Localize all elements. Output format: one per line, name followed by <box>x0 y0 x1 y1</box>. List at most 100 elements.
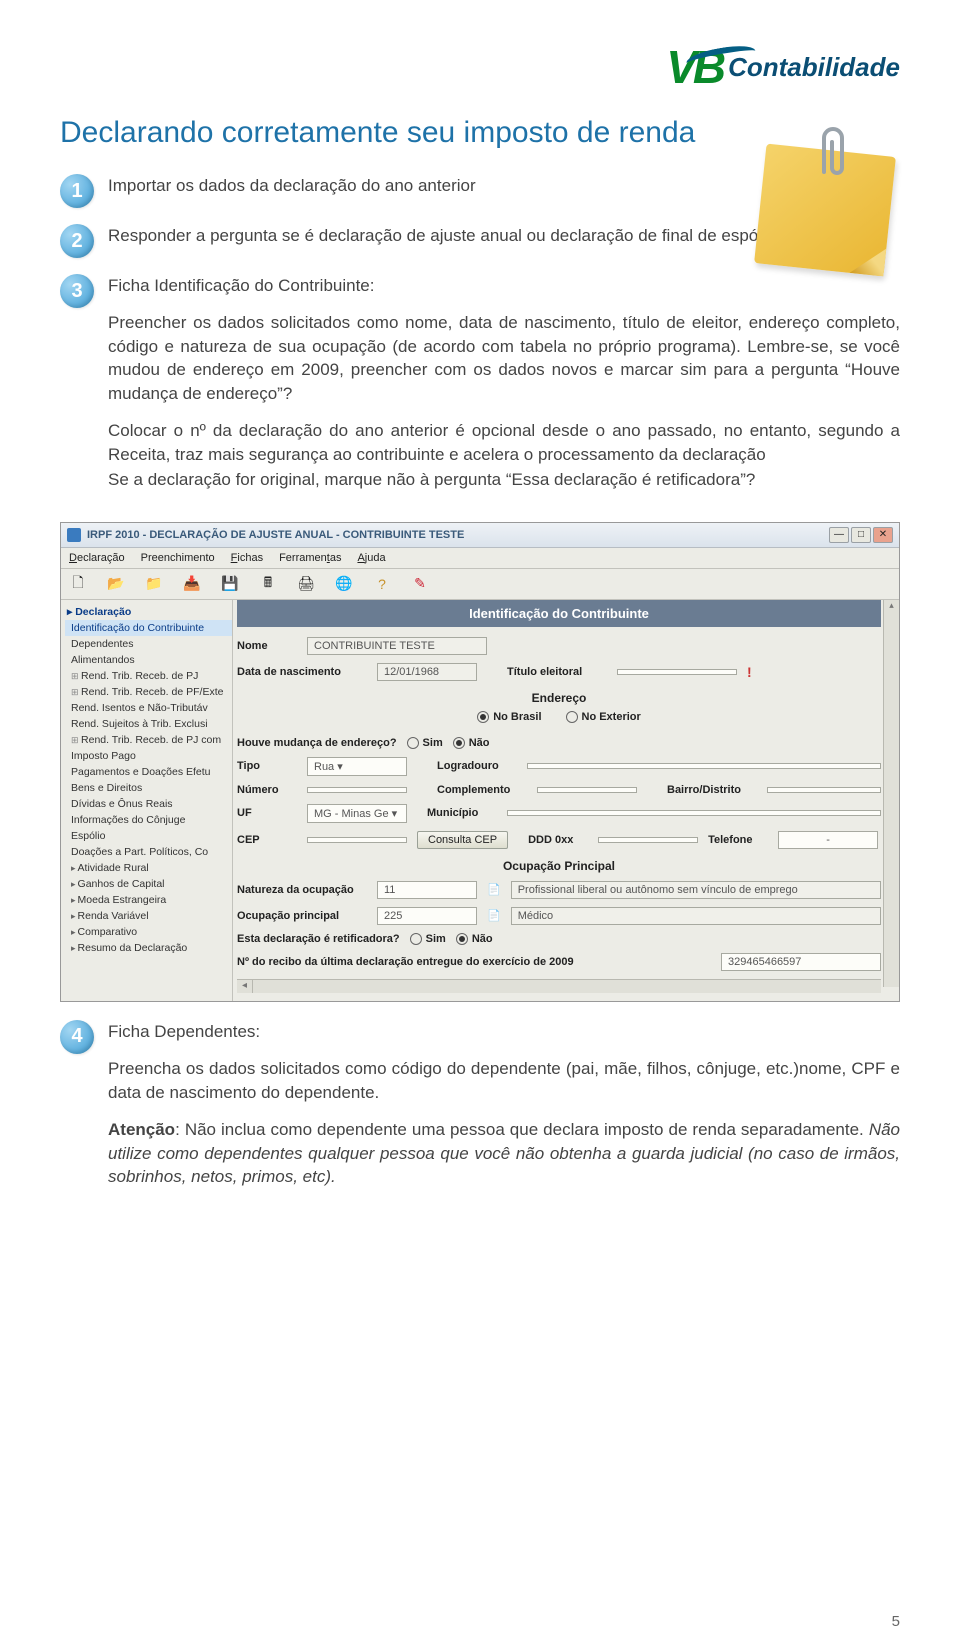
consulta-cep-button[interactable]: Consulta CEP <box>417 831 508 849</box>
natureza-desc-field: Profissional liberal ou autônomo sem vín… <box>511 881 881 899</box>
help-icon[interactable]: ? <box>373 575 391 593</box>
save-icon[interactable]: 💾 <box>221 575 239 593</box>
radio-no-exterior[interactable]: No Exterior <box>566 711 641 723</box>
radio-retif-nao[interactable]: Não <box>456 933 493 945</box>
menu-declaracao[interactable]: Declaração <box>69 552 125 564</box>
step-4-heading: Ficha Dependentes: <box>108 1020 900 1043</box>
irpf-app-screenshot: IRPF 2010 - DECLARAÇÃO DE AJUSTE ANUAL -… <box>60 522 900 1002</box>
menu-ajuda[interactable]: Ajuda <box>357 552 385 564</box>
sidebar-item-imposto-pago[interactable]: Imposto Pago <box>65 748 232 764</box>
sidebar-item-ganhos-capital[interactable]: Ganhos de Capital <box>65 876 232 892</box>
data-nasc-label: Data de nascimento <box>237 666 367 678</box>
sidebar-item-doacoes[interactable]: Doações a Part. Políticos, Co <box>65 844 232 860</box>
sidebar-section-declaracao[interactable]: ▸ Declaração <box>65 604 232 620</box>
radio-retif-sim[interactable]: Sim <box>410 933 446 945</box>
sidebar-item-rend-pf[interactable]: Rend. Trib. Receb. de PF/Exte <box>65 684 232 700</box>
radio-mudanca-nao[interactable]: Não <box>453 737 490 749</box>
sidebar-item-moeda-estrangeira[interactable]: Moeda Estrangeira <box>65 892 232 908</box>
sidebar-item-pagamentos[interactable]: Pagamentos e Doações Efetu <box>65 764 232 780</box>
horizontal-scrollbar[interactable]: ◂ <box>237 979 881 993</box>
nome-field[interactable]: CONTRIBUINTE TESTE <box>307 637 487 655</box>
check-icon[interactable]: ✎ <box>411 575 429 593</box>
ocupacao-label: Ocupação principal <box>237 910 367 922</box>
radio-no-brasil[interactable]: No Brasil <box>477 711 541 723</box>
numero-label: Número <box>237 784 297 796</box>
municipio-label: Município <box>427 807 497 819</box>
bairro-field[interactable] <box>767 787 881 793</box>
natureza-code-field[interactable]: 11 <box>377 881 477 899</box>
toolbar: 🗋 📂 📁 📥 💾 🖩 🖨 🌐 ? ✎ <box>61 569 899 600</box>
folder-icon[interactable]: 📁 <box>145 575 163 593</box>
menu-ferramentas[interactable]: Ferramentas <box>279 552 341 564</box>
step-2-badge: 2 <box>60 224 94 258</box>
sidebar-item-rend-pj[interactable]: Rend. Trib. Receb. de PJ <box>65 668 232 684</box>
ocupacao-code-field[interactable]: 225 <box>377 907 477 925</box>
menu-preenchimento[interactable]: Preenchimento <box>141 552 215 564</box>
sidebar-item-espolio[interactable]: Espólio <box>65 828 232 844</box>
menu-fichas[interactable]: Fichas <box>231 552 263 564</box>
mudanca-label: Houve mudança de endereço? <box>237 737 397 749</box>
sidebar-item-comparativo[interactable]: Comparativo <box>65 924 232 940</box>
natureza-label: Natureza da ocupação <box>237 884 367 896</box>
logo: VB Contabilidade <box>666 40 900 94</box>
lookup-icon-2[interactable]: 📄 <box>487 909 501 922</box>
close-button[interactable]: ✕ <box>873 527 893 543</box>
import-icon[interactable]: 📥 <box>183 575 201 593</box>
step-3-p1: Preencher os dados solicitados como nome… <box>108 311 900 405</box>
sidebar-item-dependentes[interactable]: Dependentes <box>65 636 232 652</box>
sidebar-item-trib-exclusiva[interactable]: Rend. Sujeitos à Trib. Exclusi <box>65 716 232 732</box>
step-3-p3: Se a declaração for original, marque não… <box>108 468 900 491</box>
uf-label: UF <box>237 807 297 819</box>
print-icon[interactable]: 🖨 <box>297 575 315 593</box>
logo-abbrev: VB <box>666 40 722 94</box>
cep-field[interactable] <box>307 837 407 843</box>
retificadora-label: Esta declaração é retificadora? <box>237 933 400 945</box>
sidebar-item-identificacao[interactable]: Identificação do Contribuinte <box>65 620 232 636</box>
lookup-icon[interactable]: 📄 <box>487 883 501 896</box>
header: VB Contabilidade <box>60 40 900 94</box>
complemento-label: Complemento <box>437 784 527 796</box>
sidebar-item-rend-pj-com[interactable]: Rend. Trib. Receb. de PJ com <box>65 732 232 748</box>
titulo-label: Título eleitoral <box>507 666 607 678</box>
municipio-field[interactable] <box>507 810 881 816</box>
step-1-badge: 1 <box>60 174 94 208</box>
globe-icon[interactable]: 🌐 <box>335 575 353 593</box>
ddd-label: DDD 0xx <box>528 834 588 846</box>
ocupacao-desc-field: Médico <box>511 907 881 925</box>
sidebar-item-isentos[interactable]: Rend. Isentos e Não-Tributáv <box>65 700 232 716</box>
endereco-local-radio-group: No Brasil No Exterior <box>237 711 881 723</box>
telefone-field[interactable]: - <box>778 831 878 849</box>
titulo-field[interactable] <box>617 669 737 675</box>
step-3: 3 Ficha Identificação do Contribuinte: P… <box>60 274 900 506</box>
sidebar-item-dividas[interactable]: Dívidas e Ônus Reais <box>65 796 232 812</box>
sidebar-item-resumo[interactable]: Resumo da Declaração <box>65 940 232 956</box>
sidebar-item-atividade-rural[interactable]: Atividade Rural <box>65 860 232 876</box>
uf-field[interactable]: MG - Minas Ge ▾ <box>307 804 407 823</box>
nome-label: Nome <box>237 640 297 652</box>
minimize-button[interactable]: — <box>829 527 849 543</box>
step-3-heading: Ficha Identificação do Contribuinte: <box>108 274 900 297</box>
sidebar-item-renda-variavel[interactable]: Renda Variável <box>65 908 232 924</box>
radio-mudanca-sim[interactable]: Sim <box>407 737 443 749</box>
calculator-icon[interactable]: 🖩 <box>259 575 277 593</box>
maximize-button[interactable]: □ <box>851 527 871 543</box>
vertical-scrollbar[interactable]: ▴ <box>883 600 899 987</box>
step-4-p1: Preencha os dados solicitados como códig… <box>108 1057 900 1104</box>
data-nasc-field[interactable]: 12/01/1968 <box>377 663 477 681</box>
new-doc-icon[interactable]: 🗋 <box>69 575 87 593</box>
sidebar-item-alimentandos[interactable]: Alimentandos <box>65 652 232 668</box>
sidebar-item-conjuge[interactable]: Informações do Cônjuge <box>65 812 232 828</box>
window-title: IRPF 2010 - DECLARAÇÃO DE AJUSTE ANUAL -… <box>87 529 464 541</box>
recibo-field[interactable]: 329465466597 <box>721 953 881 971</box>
sticky-note-decoration <box>760 150 890 270</box>
warning-icon: ! <box>747 664 752 680</box>
ddd-field[interactable] <box>598 837 698 843</box>
open-icon[interactable]: 📂 <box>107 575 125 593</box>
tipo-field[interactable]: Rua ▾ <box>307 757 407 776</box>
logradouro-field[interactable] <box>527 763 881 769</box>
numero-field[interactable] <box>307 787 407 793</box>
endereco-heading: Endereço <box>237 691 881 705</box>
complemento-field[interactable] <box>537 787 637 793</box>
sidebar: ▸ Declaração Identificação do Contribuin… <box>61 600 233 1001</box>
sidebar-item-bens[interactable]: Bens e Direitos <box>65 780 232 796</box>
